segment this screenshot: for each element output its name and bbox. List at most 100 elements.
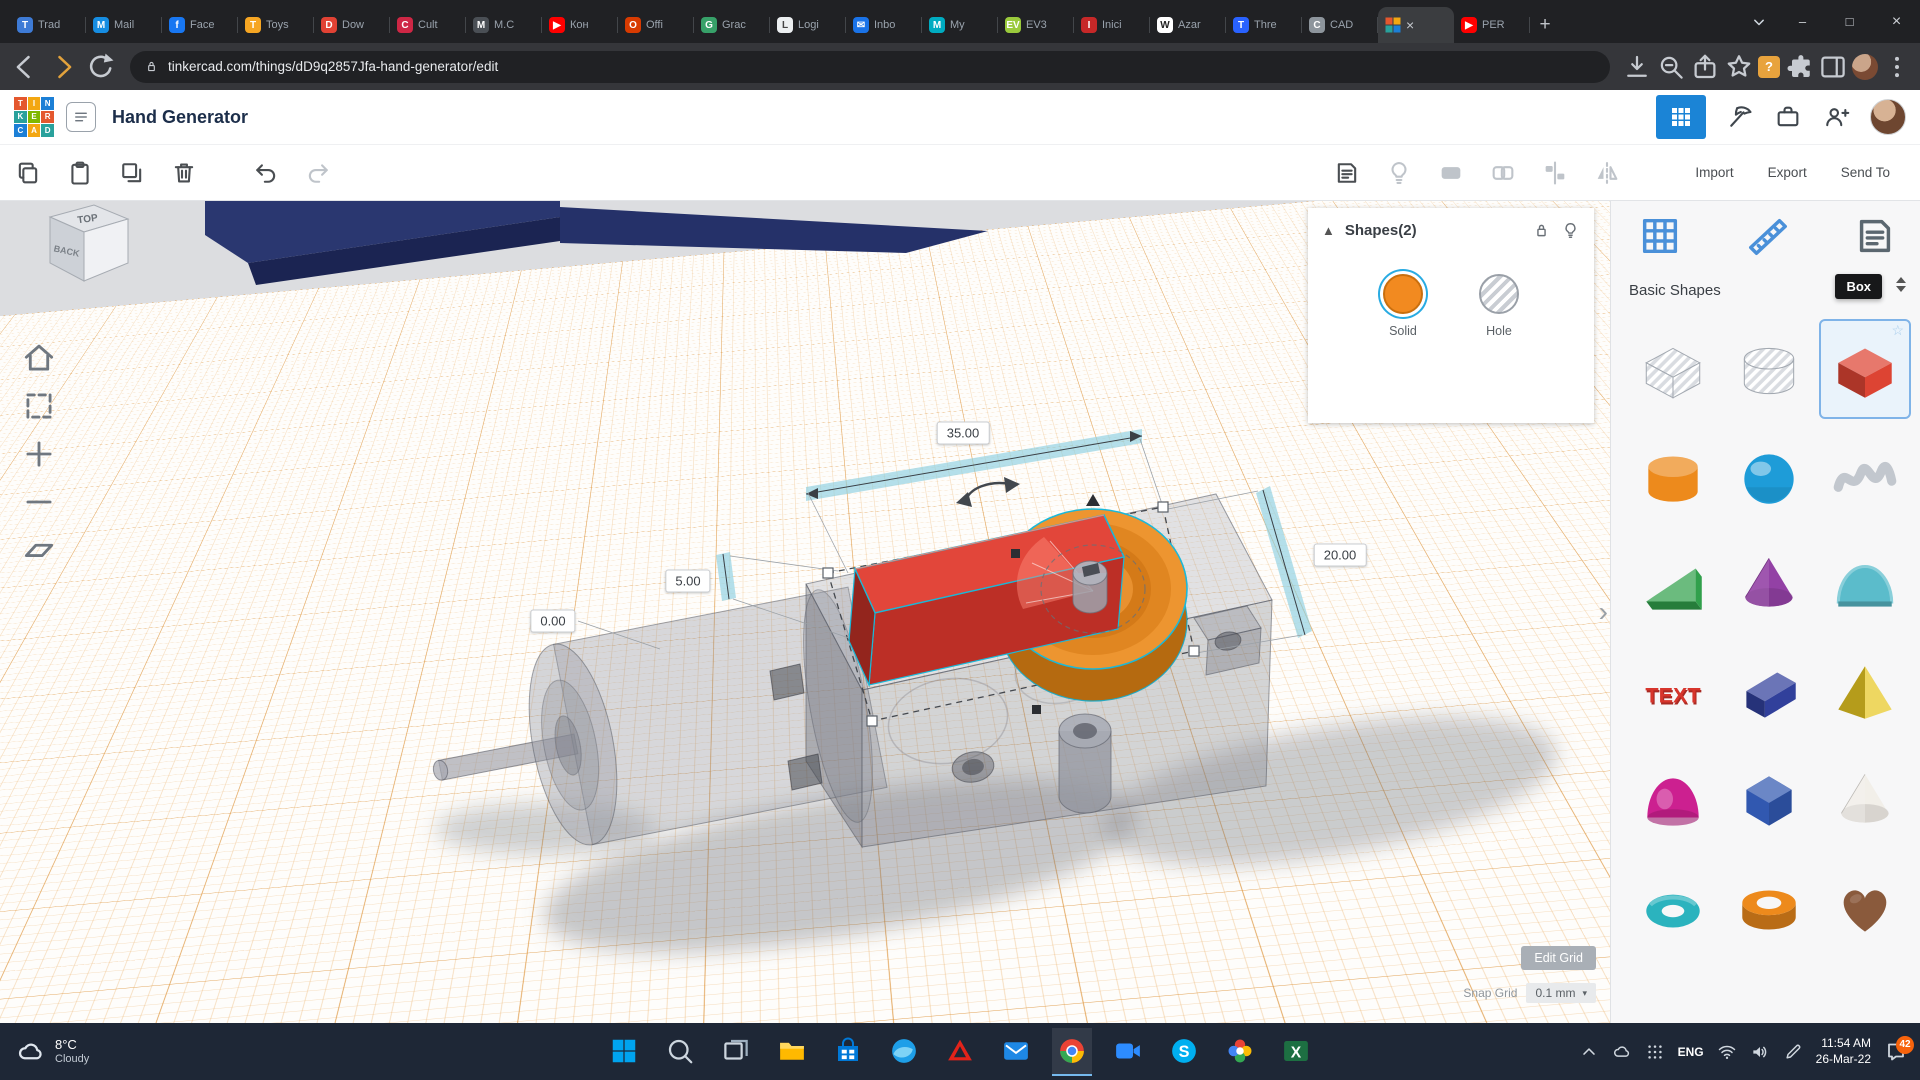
shape-item-text[interactable]: TEXTTEXT <box>1629 645 1717 741</box>
shape-item-paraboloid[interactable] <box>1629 753 1717 849</box>
projects-icon[interactable] <box>1774 103 1802 131</box>
browser-tab[interactable]: TTrad <box>10 7 86 43</box>
group-button[interactable] <box>1437 159 1465 187</box>
browser-tab[interactable]: DDow <box>314 7 390 43</box>
collapse-panel-icon[interactable]: ▲ <box>1322 223 1335 238</box>
shape-item-torus[interactable] <box>1629 861 1717 957</box>
browser-tab[interactable]: OOffi <box>618 7 694 43</box>
taskbar-app-store[interactable] <box>828 1028 868 1076</box>
weather-widget[interactable]: 8°C Cloudy <box>0 1023 105 1080</box>
address-bar[interactable]: tinkercad.com/things/dD9q2857Jfa-hand-ge… <box>130 51 1610 83</box>
back-button[interactable] <box>8 50 42 84</box>
send-to-button[interactable]: Send To <box>1841 165 1890 180</box>
bookmark-star-icon[interactable] <box>1724 52 1754 82</box>
shape-item-box-hole[interactable] <box>1629 321 1717 417</box>
close-button[interactable]: × <box>1873 0 1920 43</box>
browser-tab[interactable]: CCult <box>390 7 466 43</box>
shape-item-scribble[interactable] <box>1821 429 1909 525</box>
blue-object[interactable] <box>205 201 988 285</box>
shape-item-roof[interactable] <box>1821 537 1909 633</box>
downloads-icon[interactable] <box>1622 52 1652 82</box>
taskbar-app-start[interactable] <box>604 1028 644 1076</box>
browser-tab[interactable]: fFace <box>162 7 238 43</box>
shape-item-heart[interactable] <box>1821 861 1909 957</box>
volume-icon[interactable] <box>1750 1042 1770 1062</box>
browser-tab[interactable]: ▶PER <box>1454 7 1530 43</box>
browser-profile-avatar[interactable] <box>1852 54 1878 80</box>
shape-item-pyramid[interactable] <box>1821 645 1909 741</box>
design-menu-icon[interactable] <box>66 102 96 132</box>
maximize-button[interactable]: □ <box>1826 0 1873 43</box>
category-spinner[interactable] <box>1896 277 1906 292</box>
browser-tab[interactable]: MM.C <box>466 7 542 43</box>
duplicate-button[interactable] <box>118 159 146 187</box>
forward-button[interactable] <box>46 50 80 84</box>
solid-option[interactable]: Solid <box>1383 274 1423 338</box>
taskbar-app-gball[interactable] <box>1220 1028 1260 1076</box>
browser-menu-icon[interactable] <box>1882 52 1912 82</box>
browser-tab[interactable]: TThre <box>1226 7 1302 43</box>
taskbar-app-mailapp[interactable] <box>996 1028 1036 1076</box>
language-indicator[interactable]: ENG <box>1678 1045 1704 1059</box>
snap-grid-dropdown[interactable]: 0.1 mm▾ <box>1526 983 1596 1003</box>
extensions-puzzle-icon[interactable] <box>1784 52 1814 82</box>
perspective-toggle-button[interactable] <box>20 531 58 569</box>
browser-tab[interactable]: ▶Кон <box>542 7 618 43</box>
shape-item-sphere[interactable] <box>1725 429 1813 525</box>
taskbar-app-skype[interactable]: S <box>1164 1028 1204 1076</box>
minimize-button[interactable]: – <box>1779 0 1826 43</box>
reload-button[interactable] <box>84 50 118 84</box>
delete-button[interactable] <box>170 159 198 187</box>
show-all-button[interactable] <box>1385 159 1413 187</box>
view-cube[interactable]: TOP BACK <box>50 205 128 281</box>
fit-view-button[interactable] <box>20 387 58 425</box>
shape-item-cylinder-hole[interactable] <box>1725 321 1813 417</box>
tray-overflow-icon[interactable] <box>1579 1042 1599 1062</box>
shape-item-cone[interactable] <box>1725 537 1813 633</box>
browser-tab[interactable]: MMail <box>86 7 162 43</box>
browser-tab[interactable]: IInici <box>1074 7 1150 43</box>
share-icon[interactable] <box>1690 52 1720 82</box>
browser-tab[interactable]: CCAD <box>1302 7 1378 43</box>
zoom-out-button[interactable] <box>20 483 58 521</box>
undo-button[interactable] <box>252 159 280 187</box>
dimension-length[interactable]: 35.00 <box>937 422 990 445</box>
home-view-button[interactable] <box>20 339 58 377</box>
dimension-elevation[interactable]: 0.00 <box>530 610 575 633</box>
ungroup-button[interactable] <box>1489 159 1517 187</box>
account-avatar[interactable] <box>1870 99 1906 135</box>
hole-swatch[interactable] <box>1479 274 1519 314</box>
workplane-tool-icon[interactable] <box>1637 213 1683 259</box>
mirror-button[interactable] <box>1593 159 1621 187</box>
side-panel-icon[interactable] <box>1818 52 1848 82</box>
notes-button[interactable] <box>1333 159 1361 187</box>
browser-tab[interactable]: WAzar <box>1150 7 1226 43</box>
shape-item-tube[interactable] <box>1725 861 1813 957</box>
dimension-height[interactable]: 5.00 <box>665 570 710 593</box>
browser-tab[interactable]: TToys <box>238 7 314 43</box>
dimension-width[interactable]: 20.00 <box>1314 544 1367 567</box>
shape-item-polygon[interactable] <box>1725 753 1813 849</box>
tab-search-icon[interactable] <box>1739 0 1779 43</box>
browser-tab-active[interactable]: × <box>1378 7 1454 43</box>
onedrive-icon[interactable] <box>1612 1042 1632 1062</box>
taskbar-app-taskview[interactable] <box>716 1028 756 1076</box>
apps-grid-icon[interactable] <box>1645 1042 1665 1062</box>
browser-tab[interactable]: LLogi <box>770 7 846 43</box>
browser-tab[interactable]: ✉Inbo <box>846 7 922 43</box>
wifi-icon[interactable] <box>1717 1042 1737 1062</box>
clock[interactable]: 11:54 AM 26-Mar-22 <box>1816 1036 1871 1067</box>
shape-item-wedge[interactable] <box>1629 537 1717 633</box>
ruler-tool-icon[interactable] <box>1745 213 1791 259</box>
taskbar-app-explorer[interactable] <box>772 1028 812 1076</box>
redo-button[interactable] <box>304 159 332 187</box>
favorite-star-icon[interactable]: ☆ <box>1891 322 1904 339</box>
design-title[interactable]: Hand Generator <box>112 107 248 128</box>
align-button[interactable] <box>1541 159 1569 187</box>
paste-button[interactable] <box>66 159 94 187</box>
taskbar-app-predator[interactable] <box>940 1028 980 1076</box>
shape-item-ramp[interactable] <box>1725 645 1813 741</box>
shape-item-box[interactable]: ☆ <box>1821 321 1909 417</box>
taskbar-app-edge[interactable] <box>884 1028 924 1076</box>
import-button[interactable]: Import <box>1695 165 1733 180</box>
